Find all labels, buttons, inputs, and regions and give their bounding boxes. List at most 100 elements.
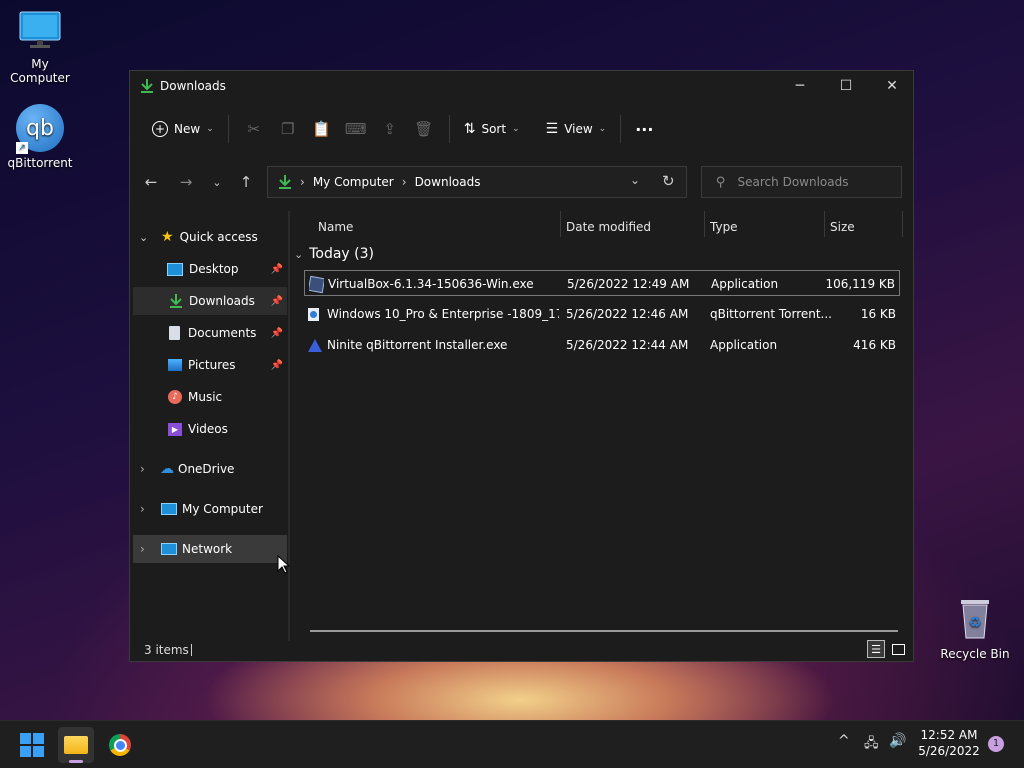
taskbar-chrome[interactable]	[102, 727, 138, 763]
column-label: Type	[710, 220, 738, 234]
sidebar-item-documents[interactable]: Documents 📌	[133, 319, 287, 347]
address-dropdown-icon[interactable]: ⌄	[630, 173, 640, 187]
cloud-icon: ☁	[160, 461, 174, 477]
column-divider[interactable]	[704, 211, 705, 237]
desktop-folder-icon	[167, 262, 183, 276]
chevron-right-icon: ›	[140, 542, 145, 556]
show-hidden-icons-button[interactable]: ^	[838, 733, 850, 749]
desktop-icon-my-computer[interactable]: My Computer	[0, 10, 80, 85]
sidebar-item-label: Network	[182, 542, 233, 556]
group-header-today[interactable]: ⌄ Today (3)	[294, 241, 374, 267]
pin-icon[interactable]: 📌	[271, 264, 283, 275]
network-status-icon[interactable]: 🖧	[864, 734, 879, 756]
file-list: Name Date modified Type Size ⌄ Today (3)…	[290, 211, 915, 641]
new-button[interactable]: + New ⌄	[146, 113, 220, 145]
start-button[interactable]	[14, 727, 50, 763]
search-icon: ⚲	[716, 174, 726, 190]
file-size: 416 KB	[853, 338, 896, 352]
close-button[interactable]: ✕	[869, 71, 915, 101]
sidebar-item-quick-access[interactable]: ⌄ ★ Quick access	[130, 223, 288, 251]
file-date: 5/26/2022 12:44 AM	[566, 338, 689, 352]
file-explorer-window: Downloads ─ ☐ ✕ + New ⌄ ✂ ❐ 📋 ⌨ ⇪ 🗑 ⇅ So…	[129, 70, 914, 662]
column-divider[interactable]	[902, 211, 903, 237]
taskbar-file-explorer[interactable]	[58, 727, 94, 763]
forward-button[interactable]: →	[174, 170, 198, 194]
tiles-view-button[interactable]	[889, 640, 907, 658]
file-date: 5/26/2022 12:49 AM	[567, 277, 690, 291]
up-button[interactable]: ↑	[234, 170, 258, 194]
file-type: Application	[710, 338, 778, 352]
file-row[interactable]: Windows 10_Pro & Enterprise -1809_1776..…	[304, 301, 900, 327]
view-button[interactable]: ☰ View ⌄	[540, 113, 613, 145]
file-row[interactable]: Ninite qBittorrent Installer.exe 5/26/20…	[304, 332, 900, 358]
back-button[interactable]: ←	[139, 170, 163, 194]
cut-button[interactable]: ✂	[237, 113, 271, 145]
volume-icon[interactable]: 🔊	[889, 733, 906, 749]
minimize-button[interactable]: ─	[777, 71, 823, 101]
column-header-date[interactable]: Date modified	[566, 215, 651, 239]
clock[interactable]: 12:52 AM 5/26/2022	[914, 727, 984, 759]
sidebar-item-label: Downloads	[189, 294, 255, 308]
more-options-button[interactable]: ···	[629, 113, 659, 145]
maximize-button[interactable]: ☐	[823, 71, 869, 101]
group-label: Today (3)	[309, 246, 374, 262]
status-divider	[191, 644, 192, 656]
column-header-size[interactable]: Size	[830, 215, 855, 239]
videos-folder-icon: ▶	[168, 422, 182, 436]
rename-button[interactable]: ⌨	[339, 113, 373, 145]
sidebar-item-label: Desktop	[189, 262, 239, 276]
paste-button[interactable]: 📋	[305, 113, 339, 145]
command-bar: + New ⌄ ✂ ❐ 📋 ⌨ ⇪ 🗑 ⇅ Sort ⌄ ☰ View ⌄ ··…	[130, 101, 913, 157]
file-date: 5/26/2022 12:46 AM	[566, 307, 689, 321]
recent-locations-button[interactable]: ⌄	[205, 170, 229, 194]
sidebar-item-my-computer[interactable]: › My Computer	[130, 495, 288, 523]
desktop-icon-recycle-bin[interactable]: ♻ Recycle Bin	[935, 596, 1015, 661]
pin-icon[interactable]: 📌	[271, 328, 283, 339]
search-placeholder: Search Downloads	[737, 175, 849, 189]
chevron-down-icon: ⌄	[294, 247, 304, 261]
pin-icon[interactable]: 📌	[271, 360, 283, 371]
column-divider[interactable]	[824, 211, 825, 237]
breadcrumb-my-computer[interactable]: My Computer	[313, 175, 394, 189]
notification-badge[interactable]: 1	[988, 736, 1004, 752]
refresh-icon[interactable]: ↻	[662, 172, 675, 190]
horizontal-scrollbar[interactable]	[310, 630, 898, 632]
share-button[interactable]: ⇪	[373, 113, 407, 145]
more-icon: ···	[635, 119, 654, 139]
sort-arrows-icon: ⇅	[463, 121, 476, 137]
details-view-button[interactable]: ☰	[867, 640, 885, 658]
file-row[interactable]: VirtualBox-6.1.34-150636-Win.exe 5/26/20…	[304, 270, 900, 296]
sidebar-item-desktop[interactable]: Desktop 📌	[133, 255, 287, 283]
delete-button[interactable]: 🗑	[407, 113, 441, 145]
file-name: Windows 10_Pro & Enterprise -1809_1776..…	[327, 307, 559, 321]
star-icon: ★	[161, 229, 174, 245]
copy-button[interactable]: ❐	[271, 113, 305, 145]
desktop-icon-label: qBittorrent	[7, 156, 73, 170]
mouse-cursor-icon	[277, 555, 291, 574]
desktop-icon-qbittorrent[interactable]: qb ↗ qBittorrent	[0, 104, 80, 170]
sidebar-item-music[interactable]: ♪ Music	[133, 383, 287, 411]
sidebar-item-videos[interactable]: ▶ Videos	[133, 415, 287, 443]
title-bar[interactable]: Downloads ─ ☐ ✕	[130, 71, 913, 101]
sort-button[interactable]: ⇅ Sort ⌄	[458, 113, 526, 145]
downloads-arrow-icon	[279, 175, 291, 189]
music-folder-icon: ♪	[168, 390, 182, 404]
navigation-pane: ⌄ ★ Quick access Desktop 📌 Downloads 📌 D…	[130, 211, 288, 641]
chrome-icon	[109, 734, 131, 756]
sidebar-item-downloads[interactable]: Downloads 📌	[133, 287, 287, 315]
address-bar[interactable]: › My Computer › Downloads ⌄ ↻	[267, 166, 687, 198]
chevron-down-icon: ⌄	[512, 124, 520, 134]
pin-icon[interactable]: 📌	[271, 296, 283, 307]
sidebar-item-network[interactable]: › Network	[133, 535, 287, 563]
column-header-name[interactable]: Name	[318, 215, 353, 239]
toolbar-separator	[227, 115, 229, 143]
breadcrumb-downloads[interactable]: Downloads	[415, 175, 481, 189]
column-header-type[interactable]: Type	[710, 215, 738, 239]
file-type: Application	[711, 277, 779, 291]
search-box[interactable]: ⚲ Search Downloads	[701, 166, 902, 198]
monitor-icon	[161, 503, 177, 515]
column-divider[interactable]	[560, 211, 561, 237]
sidebar-item-pictures[interactable]: Pictures 📌	[133, 351, 287, 379]
sidebar-item-onedrive[interactable]: › ☁ OneDrive	[130, 455, 288, 483]
share-icon: ⇪	[383, 120, 397, 138]
